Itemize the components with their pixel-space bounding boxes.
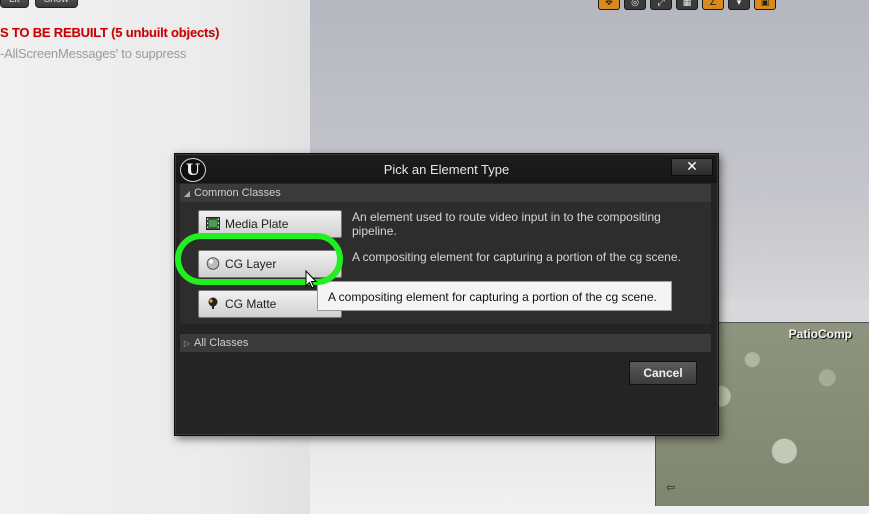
pointer-icon: ⇦ bbox=[666, 482, 676, 494]
suppress-messages-hint: -AllScreenMessages' to suppress bbox=[0, 46, 187, 61]
dialog-titlebar[interactable]: U Pick an Element Type ✕ bbox=[176, 155, 717, 183]
cg-layer-description: A compositing element for capturing a po… bbox=[352, 250, 681, 264]
move-icon[interactable]: ✥ bbox=[598, 0, 620, 10]
camera-icon[interactable]: ▣ bbox=[754, 0, 776, 10]
grid-icon[interactable]: ▦ bbox=[676, 0, 698, 10]
media-plate-description: An element used to route video input in … bbox=[352, 210, 661, 238]
expanded-arrow-icon: ◢ bbox=[183, 189, 191, 198]
lit-mode-button[interactable]: Lit bbox=[0, 0, 29, 8]
dialog-title: Pick an Element Type bbox=[383, 162, 510, 177]
lighting-rebuild-warning: S TO BE REBUILT (5 unbuilt objects) bbox=[0, 25, 220, 40]
cancel-button[interactable]: Cancel bbox=[629, 361, 697, 385]
common-classes-label: Common Classes bbox=[194, 187, 281, 199]
scale-icon[interactable]: ▾ bbox=[728, 0, 750, 10]
tree-icon bbox=[208, 297, 218, 309]
common-classes-header[interactable]: ◢ Common Classes bbox=[180, 184, 711, 202]
film-icon bbox=[206, 217, 220, 230]
preview-label: PatioComp bbox=[788, 327, 852, 341]
viewport-left-toolbar: Lit Show bbox=[0, 0, 78, 8]
cg-layer-tooltip: A compositing element for capturing a po… bbox=[317, 281, 672, 311]
globe-icon[interactable]: ◎ bbox=[624, 0, 646, 10]
all-classes-label: All Classes bbox=[194, 337, 249, 349]
collapsed-arrow-icon: ▷ bbox=[183, 339, 191, 348]
cg-matte-label: CG Matte bbox=[225, 297, 277, 311]
close-button[interactable]: ✕ bbox=[671, 158, 713, 176]
all-classes-header[interactable]: ▷ All Classes bbox=[180, 334, 711, 352]
show-menu-button[interactable]: Show bbox=[34, 0, 78, 8]
viewport-right-toolbar: ✥ ◎ ⤢ ▦ ∠ ▾ ▣ bbox=[598, 0, 776, 10]
snap-icon[interactable]: ⤢ bbox=[650, 0, 672, 10]
angle-icon[interactable]: ∠ bbox=[702, 0, 724, 10]
mouse-cursor-icon bbox=[305, 270, 318, 289]
